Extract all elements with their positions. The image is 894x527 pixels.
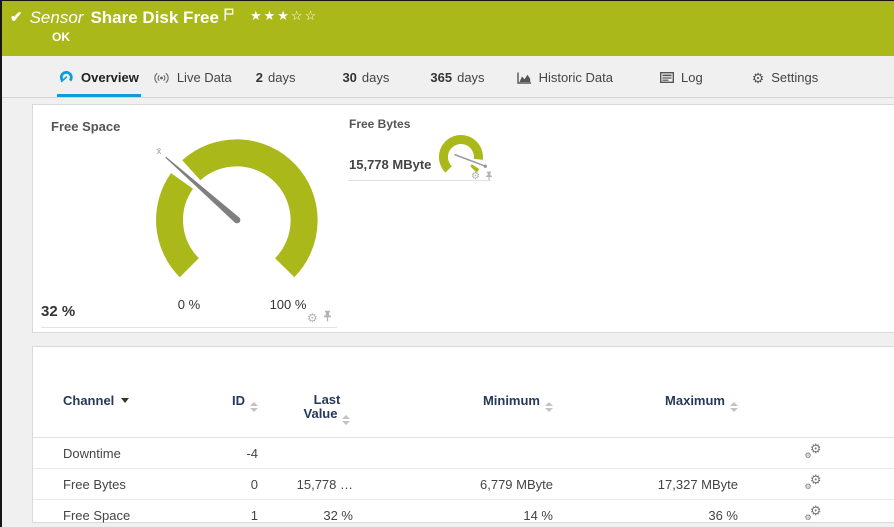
channel-name[interactable]: Free Space <box>33 500 198 527</box>
sort-toggle-icon <box>250 402 258 412</box>
channel-settings-icon[interactable]: ⚙⚙ <box>805 475 822 491</box>
tab-30-days[interactable]: 30 days <box>340 56 391 97</box>
channel-last-value: 32 % <box>258 500 353 527</box>
tab-log[interactable]: Log <box>658 56 705 97</box>
channel-row[interactable]: Free Bytes015,778 …6,779 MByte17,327 MBy… <box>33 469 894 500</box>
channel-maximum <box>553 438 738 469</box>
channel-name[interactable]: Downtime <box>33 438 198 469</box>
overview-panel: Free Space x̄ 0 % 100 % 32 % ⚙ Free Byte… <box>32 104 894 333</box>
tab-label: Historic Data <box>539 70 613 85</box>
gauge-title: Free Space <box>51 119 120 134</box>
channel-last-value: 15,778 … <box>258 469 353 500</box>
sensor-title: Share Disk Free <box>90 7 219 29</box>
tab-label: days <box>268 70 295 85</box>
channel-row[interactable]: Downtime-4 ⚙⚙ <box>33 438 894 469</box>
prtg-sensor-page: ✔ Sensor Share Disk Free ★★★☆☆ OK Overvi… <box>0 0 894 527</box>
flag-icon[interactable] <box>224 8 234 26</box>
tab-365-days[interactable]: 365 days <box>428 56 486 97</box>
tab-bar: Overview Live Data 2 days 30 days 365 days Histo… <box>2 56 894 98</box>
table-header-row: Channel ID Last Value Minimum Maximum <box>33 377 894 438</box>
channel-maximum: 36 % <box>553 500 738 527</box>
gear-icon: ⚙ <box>805 452 812 460</box>
channel-maximum: 17,327 MByte <box>553 469 738 500</box>
tab-2-days[interactable]: 2 days <box>254 56 298 97</box>
tab-settings[interactable]: ⚙ Settings <box>750 56 821 97</box>
tab-historic-data[interactable]: Historic Data <box>515 56 615 97</box>
channel-row[interactable]: Free Space132 %14 %36 % ⚙⚙ <box>33 500 894 527</box>
tab-label: Settings <box>771 70 818 85</box>
gauge-icon <box>59 71 74 85</box>
gear-icon: ⚙ <box>752 71 765 85</box>
column-minimum[interactable]: Minimum <box>483 393 553 412</box>
channels-panel: Channel ID Last Value Minimum Maximum Do… <box>32 346 894 523</box>
divider <box>348 180 491 181</box>
svg-text:x̄: x̄ <box>157 146 162 156</box>
channel-last-value <box>258 438 353 469</box>
tab-label: days <box>362 70 389 85</box>
pin-icon[interactable] <box>323 309 332 327</box>
gear-icon[interactable]: ⚙ <box>307 312 318 324</box>
channel-settings-icon[interactable]: ⚙⚙ <box>805 506 822 522</box>
priority-star-rating[interactable]: ★★★☆☆ <box>250 7 318 25</box>
channel-id: 1 <box>198 500 258 527</box>
mini-gauge-title: Free Bytes <box>349 117 410 131</box>
channel-minimum: 6,779 MByte <box>353 469 553 500</box>
gauge-current-value: 32 % <box>41 303 75 320</box>
check-icon: ✔ <box>10 7 23 29</box>
column-last-value[interactable]: Last Value <box>301 393 353 425</box>
tab-number: 2 <box>256 70 263 85</box>
column-maximum[interactable]: Maximum <box>665 393 738 412</box>
mini-gauge-toolbar: ⚙ <box>471 168 493 186</box>
pin-icon[interactable] <box>485 168 493 186</box>
sensor-status-header: ✔ Sensor Share Disk Free ★★★☆☆ OK <box>2 1 894 56</box>
object-kind-label: Sensor <box>30 7 84 29</box>
mini-gauge-current-value: 15,778 MByte <box>349 157 431 172</box>
divider <box>41 327 337 328</box>
channel-id: 0 <box>198 469 258 500</box>
gauge-toolbar: ⚙ <box>307 309 332 327</box>
sort-desc-icon <box>121 398 129 403</box>
tab-number: 365 <box>430 70 452 85</box>
tab-overview[interactable]: Overview <box>57 56 141 97</box>
sort-toggle-icon <box>545 402 553 412</box>
tab-live-data[interactable]: Live Data <box>151 56 234 97</box>
gear-icon: ⚙ <box>805 483 812 491</box>
channels-table: Channel ID Last Value Minimum Maximum Do… <box>33 377 894 527</box>
free-space-gauge: x̄ <box>127 123 357 311</box>
channel-settings-icon[interactable]: ⚙⚙ <box>805 444 822 460</box>
tab-label: Log <box>681 70 703 85</box>
tab-label: Overview <box>81 70 139 85</box>
channel-minimum: 14 % <box>353 500 553 527</box>
gear-icon: ⚙ <box>805 514 812 522</box>
channel-name[interactable]: Free Bytes <box>33 469 198 500</box>
tab-label: Live Data <box>177 70 232 85</box>
tab-label: days <box>457 70 484 85</box>
column-id[interactable]: ID <box>232 393 258 412</box>
sort-toggle-icon <box>730 402 738 412</box>
sort-toggle-icon <box>342 415 350 425</box>
channel-id: -4 <box>198 438 258 469</box>
area-chart-icon <box>517 72 532 84</box>
tab-number: 30 <box>342 70 356 85</box>
status-badge: OK <box>52 30 70 44</box>
gauge-scale-min: 0 % <box>169 297 209 312</box>
channel-minimum <box>353 438 553 469</box>
log-icon <box>660 72 674 83</box>
column-channel[interactable]: Channel <box>63 393 129 408</box>
live-icon <box>153 72 170 84</box>
